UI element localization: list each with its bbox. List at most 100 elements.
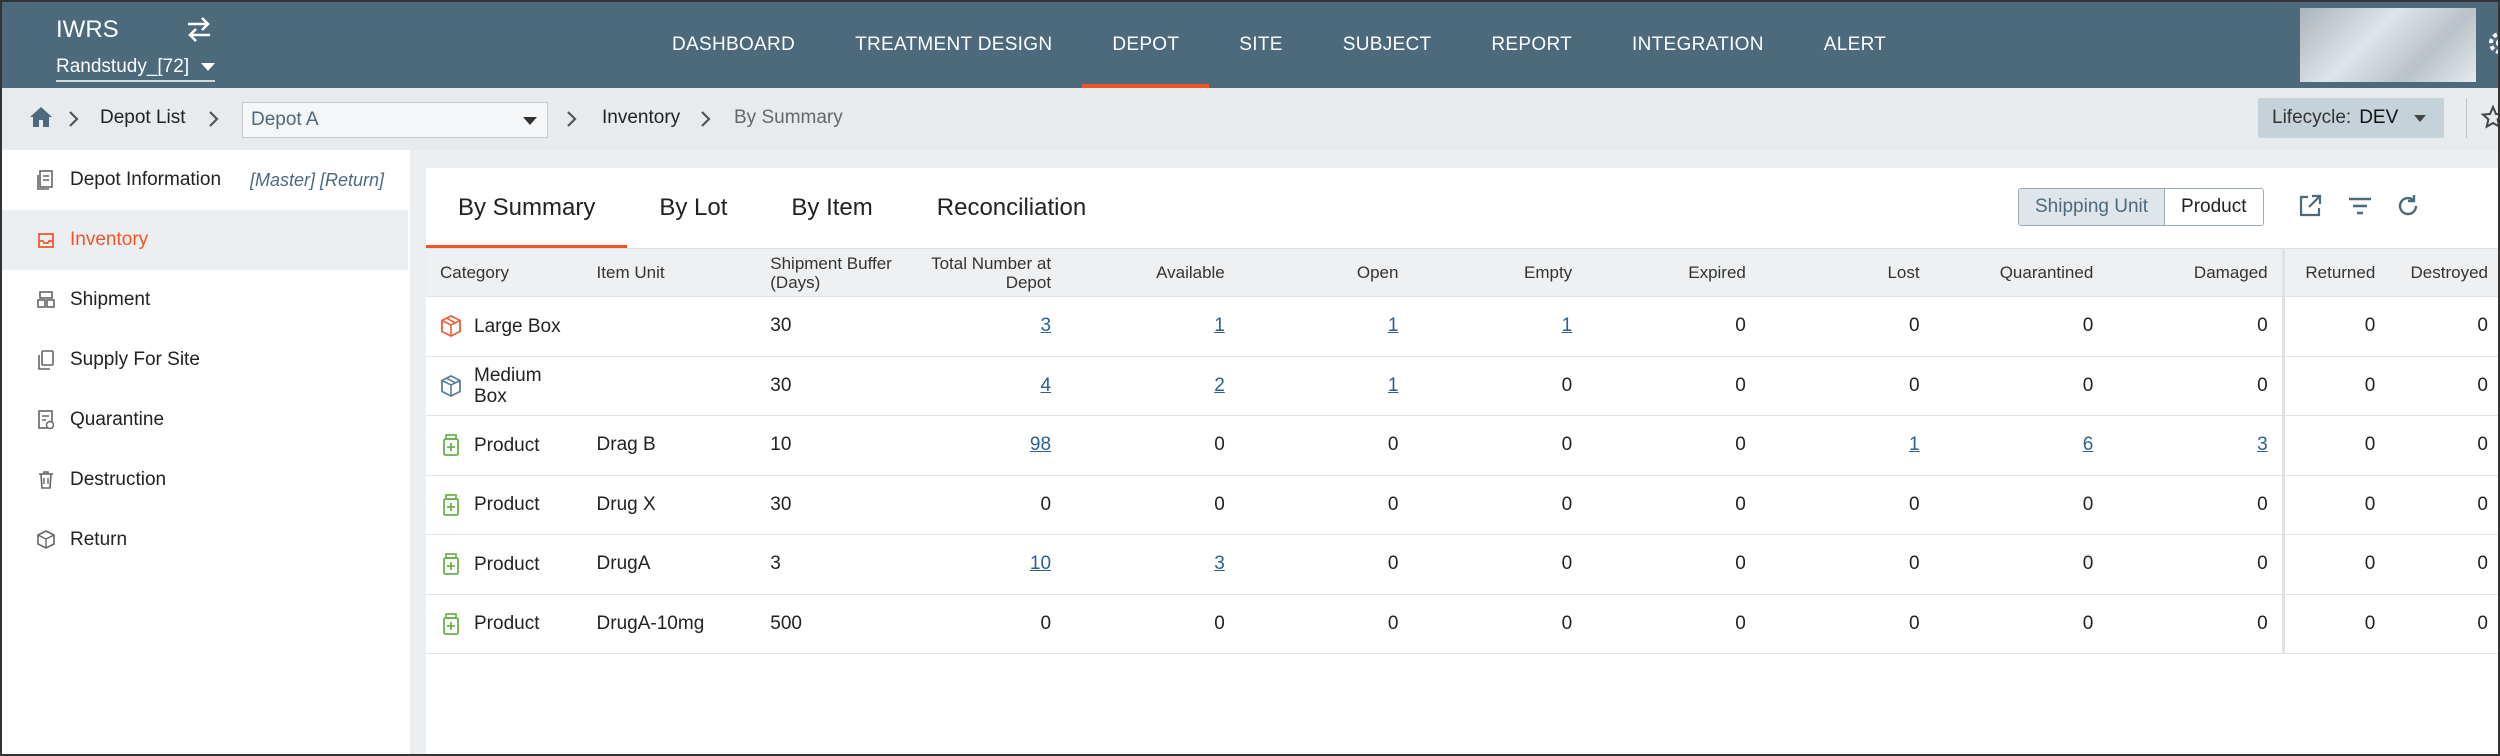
breadcrumb-inventory[interactable]: Inventory — [602, 107, 680, 129]
quarantined-cell: 0 — [1933, 475, 2108, 535]
total-link[interactable]: 4 — [1040, 375, 1051, 396]
star-icon[interactable] — [2480, 104, 2500, 132]
category: Large Box — [440, 314, 569, 338]
nav-dashboard[interactable]: DASHBOARD — [642, 2, 825, 88]
column-header[interactable]: Total Number at Depot — [912, 248, 1066, 297]
gear-icon[interactable] — [2482, 28, 2500, 58]
damaged-cell: 0 — [2107, 356, 2284, 416]
total-link[interactable]: 10 — [1030, 553, 1051, 574]
available-link[interactable]: 1 — [1214, 315, 1225, 336]
open-cell: 1 — [1238, 356, 1413, 416]
returned-cell: 0 — [2281, 475, 2390, 535]
tab-by-item[interactable]: By Item — [759, 168, 904, 248]
column-header[interactable]: Lost — [1759, 248, 1934, 297]
quarantined-cell: 6 — [1933, 415, 2108, 476]
depot-select[interactable]: Depot A — [242, 102, 548, 138]
refresh-icon[interactable] — [2394, 192, 2422, 220]
quarantined-link[interactable]: 6 — [2083, 434, 2094, 455]
product-icon — [443, 434, 459, 457]
destroyed-cell: 0 — [2389, 475, 2498, 535]
sidebar-item-inventory[interactable]: Inventory — [2, 210, 408, 270]
sidebar-item-shipment[interactable]: Shipment — [2, 270, 408, 330]
user-avatar[interactable] — [2300, 8, 2476, 82]
sidebar-item-supply-for-site[interactable]: Supply For Site — [2, 330, 408, 390]
column-header[interactable]: Available — [1065, 248, 1239, 297]
damaged-cell: 0 — [2107, 594, 2284, 654]
destroyed-cell: 0 — [2389, 534, 2498, 595]
nav-subject[interactable]: SUBJECT — [1313, 2, 1462, 88]
category: Product — [440, 612, 569, 636]
column-header[interactable]: Open — [1238, 248, 1413, 297]
column-header[interactable]: Category — [426, 248, 583, 297]
damaged-link[interactable]: 3 — [2257, 434, 2268, 455]
empty-link[interactable]: 1 — [1562, 315, 1573, 336]
sidebar: Depot Information [Master] [Return] Inve… — [2, 150, 410, 754]
column-header[interactable]: Item Unit — [582, 248, 757, 297]
tab-by-summary[interactable]: By Summary — [426, 168, 628, 248]
home-icon[interactable] — [28, 104, 54, 130]
product-icon — [443, 553, 459, 576]
table-row: Product DrugA 3 10 3 0 0 0 0 0 0 0 0 — [426, 534, 2498, 595]
shipment-icon — [37, 291, 55, 308]
available-link[interactable]: 2 — [1214, 375, 1225, 396]
lost-link[interactable]: 1 — [1909, 434, 1920, 455]
sidebar-item-quarantine[interactable]: Quarantine — [2, 390, 408, 450]
returned-cell: 0 — [2281, 356, 2390, 416]
lost-cell: 0 — [1759, 296, 1934, 357]
export-icon[interactable] — [2296, 192, 2324, 220]
destroyed-cell: 0 — [2389, 296, 2498, 357]
tab-bar: By Summary By Lot By Item Reconciliation — [426, 168, 1118, 248]
column-header[interactable]: Damaged — [2107, 248, 2284, 297]
nav-alert[interactable]: ALERT — [1794, 2, 1916, 88]
chevron-down-icon — [523, 117, 537, 125]
breadcrumb-depot-list[interactable]: Depot List — [100, 107, 186, 129]
total-link[interactable]: 98 — [1030, 434, 1051, 455]
chevron-down-icon — [2414, 114, 2427, 122]
lifecycle-label: Lifecycle: — [2272, 107, 2352, 128]
nav-site[interactable]: SITE — [1209, 2, 1312, 88]
study-selector[interactable]: Randstudy_[72] — [56, 56, 216, 82]
category-label: Product — [474, 613, 540, 635]
column-header[interactable]: Empty — [1412, 248, 1587, 297]
tab-reconciliation[interactable]: Reconciliation — [905, 168, 1118, 248]
column-header[interactable]: Returned — [2281, 248, 2390, 297]
nav-depot[interactable]: DEPOT — [1082, 2, 1210, 88]
lost-cell: 0 — [1759, 534, 1934, 595]
expired-cell: 0 — [1586, 415, 1760, 476]
divider — [2466, 98, 2467, 138]
open-link[interactable]: 1 — [1388, 315, 1399, 336]
available-link[interactable]: 3 — [1214, 553, 1225, 574]
box-orange-icon — [441, 315, 461, 338]
total-link[interactable]: 3 — [1040, 315, 1051, 336]
column-header[interactable]: Destroyed — [2389, 248, 2498, 297]
lost-cell: 0 — [1759, 475, 1934, 535]
open-link[interactable]: 1 — [1388, 375, 1399, 396]
nav-treatment-design[interactable]: TREATMENT DESIGN — [825, 2, 1082, 88]
item-unit-cell — [582, 296, 757, 357]
sidebar-item-return[interactable]: Return — [2, 510, 408, 570]
quarantine-icon — [38, 410, 55, 430]
table-row: Medium Box 30 4 2 1 0 0 0 0 0 0 0 — [426, 356, 2498, 416]
column-header[interactable]: Quarantined — [1933, 248, 2108, 297]
lifecycle-selector[interactable]: Lifecycle: DEV — [2258, 98, 2444, 138]
main-nav: DASHBOARD TREATMENT DESIGN DEPOT SITE SU… — [642, 2, 1916, 88]
sidebar-item-destruction[interactable]: Destruction — [2, 450, 408, 510]
sidebar-item-label: Supply For Site — [70, 349, 200, 370]
sidebar-item-label: Shipment — [70, 289, 151, 310]
swap-icon[interactable] — [182, 14, 216, 44]
product-icon — [443, 612, 459, 635]
product-button[interactable]: Product — [2165, 189, 2263, 225]
nav-integration[interactable]: INTEGRATION — [1602, 2, 1794, 88]
shipping-unit-button[interactable]: Shipping Unit — [2019, 189, 2166, 225]
expired-cell: 0 — [1586, 594, 1760, 654]
sidebar-item-depot-information[interactable]: Depot Information [Master] [Return] — [2, 150, 408, 210]
tab-by-lot[interactable]: By Lot — [627, 168, 759, 248]
chevron-right-icon — [209, 111, 219, 127]
filter-icon[interactable] — [2346, 192, 2374, 220]
nav-report[interactable]: REPORT — [1461, 2, 1602, 88]
lifecycle-value: DEV — [2359, 107, 2399, 128]
column-header[interactable]: Expired — [1586, 248, 1760, 297]
column-header[interactable]: Shipment Buffer (Days) — [756, 248, 913, 297]
open-cell: 0 — [1238, 534, 1413, 595]
available-cell: 3 — [1065, 534, 1239, 595]
